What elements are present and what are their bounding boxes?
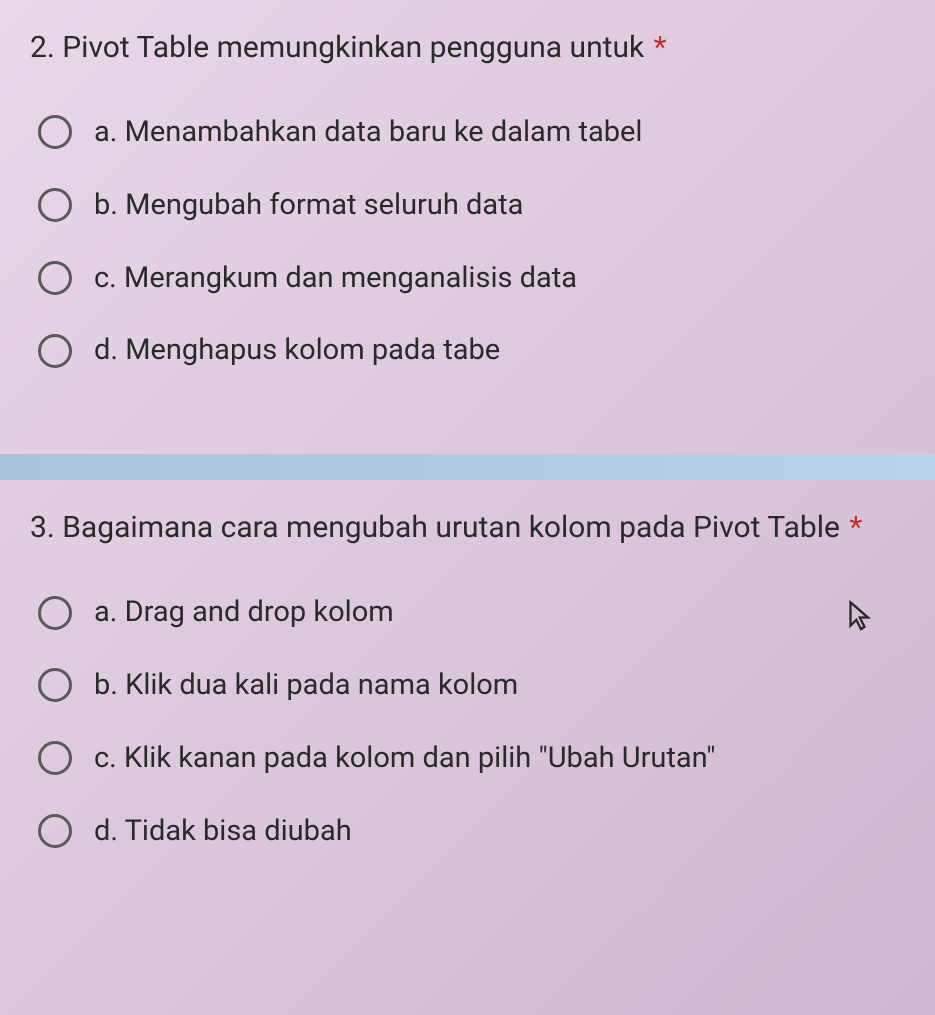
radio-option-c[interactable]: c. Merangkum dan menganalisis data — [30, 261, 905, 296]
radio-circle-icon — [38, 814, 72, 848]
radio-circle-icon — [38, 596, 72, 630]
question-number: 3. — [30, 510, 55, 545]
section-divider — [0, 454, 935, 480]
radio-option-d[interactable]: d. Tidak bisa diubah — [30, 814, 905, 849]
radio-option-b[interactable]: b. Klik dua kali pada nama kolom — [30, 668, 905, 703]
question-text: 2. Pivot Table memungkinkan pengguna unt… — [30, 28, 905, 67]
radio-circle-icon — [38, 115, 72, 149]
radio-option-a[interactable]: a. Drag and drop kolom — [30, 595, 905, 630]
question-content: Pivot Table memungkinkan pengguna untuk — [62, 30, 644, 65]
question-text: 3. Bagaimana cara mengubah urutan kolom … — [30, 508, 905, 547]
radio-circle-icon — [38, 668, 72, 702]
question-content: Bagaimana cara mengubah urutan kolom pad… — [62, 510, 840, 545]
question-block-3: 3. Bagaimana cara mengubah urutan kolom … — [0, 480, 935, 934]
option-label: d. Menghapus kolom pada tabe — [94, 333, 500, 368]
radio-circle-icon — [38, 188, 72, 222]
radio-circle-icon — [38, 741, 72, 775]
option-label: c. Merangkum dan menganalisis data — [94, 261, 577, 296]
question-number: 2. — [30, 30, 55, 65]
radio-option-b[interactable]: b. Mengubah format seluruh data — [30, 188, 905, 223]
radio-option-d[interactable]: d. Menghapus kolom pada tabe — [30, 333, 905, 368]
option-label: a. Menambahkan data baru ke dalam tabel — [94, 115, 642, 150]
radio-circle-icon — [38, 334, 72, 368]
question-block-2: 2. Pivot Table memungkinkan pengguna unt… — [0, 0, 935, 454]
radio-option-c[interactable]: c. Klik kanan pada kolom dan pilih "Ubah… — [30, 741, 905, 776]
option-label: a. Drag and drop kolom — [94, 595, 394, 630]
required-indicator: * — [849, 510, 862, 545]
radio-circle-icon — [38, 261, 72, 295]
cursor-pointer-icon — [847, 600, 875, 632]
radio-option-a[interactable]: a. Menambahkan data baru ke dalam tabel — [30, 115, 905, 150]
option-label: c. Klik kanan pada kolom dan pilih "Ubah… — [94, 741, 716, 776]
option-label: b. Mengubah format seluruh data — [94, 188, 523, 223]
option-label: d. Tidak bisa diubah — [94, 814, 352, 849]
option-label: b. Klik dua kali pada nama kolom — [94, 668, 518, 703]
required-indicator: * — [654, 30, 667, 65]
